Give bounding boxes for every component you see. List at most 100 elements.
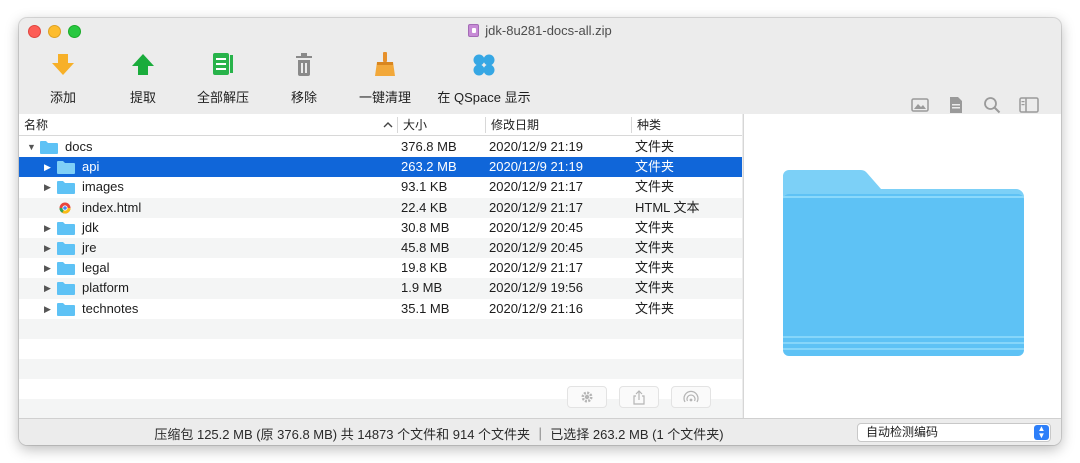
expand-triangle-icon[interactable]: ▶ — [44, 157, 51, 177]
extract-all-label: 全部解压 — [196, 90, 249, 105]
file-size: 19.8 KB — [401, 260, 448, 276]
file-kind: HTML 文本 — [635, 199, 700, 215]
list-action-buttons — [567, 386, 711, 408]
expand-triangle-icon[interactable]: ▶ — [44, 238, 51, 258]
folder-icon — [57, 241, 75, 255]
gear-icon — [581, 391, 593, 403]
file-kind: 文件夹 — [635, 219, 675, 235]
file-size: 93.1 KB — [401, 179, 448, 195]
expand-triangle-icon[interactable]: ▶ — [44, 299, 51, 319]
status-bar: 压缩包 125.2 MB (原 376.8 MB) 共 14873 个文件和 9… — [19, 418, 1061, 445]
file-date: 2020/12/9 21:19 — [489, 139, 583, 154]
column-modified[interactable]: 修改日期 — [486, 114, 632, 136]
file-name: api — [82, 159, 100, 175]
file-kind: 文件夹 — [635, 260, 675, 276]
remove-button[interactable]: 移除 — [264, 46, 344, 106]
chrome-html-icon — [59, 202, 71, 214]
column-size[interactable]: 大小 — [398, 114, 486, 136]
file-kind: 文件夹 — [635, 239, 675, 255]
folder-preview-icon — [783, 170, 1024, 356]
file-date: 2020/12/9 20:45 — [489, 219, 583, 235]
file-name: technotes — [82, 300, 139, 316]
file-date: 2020/12/9 21:16 — [489, 300, 583, 316]
expand-triangle-icon[interactable]: ▶ — [44, 177, 51, 197]
encoding-value: 自动检测编码 — [866, 425, 939, 439]
file-kind: 文件夹 — [635, 139, 675, 154]
broom-icon — [375, 52, 395, 76]
airdrop-button[interactable] — [671, 386, 711, 408]
archive-window: jdk-8u281-docs-all.zip 添加 提取 全部解压 移除 一键清… — [19, 18, 1061, 445]
folder-icon — [57, 282, 75, 296]
trash-icon — [296, 53, 312, 76]
window-title: jdk-8u281-docs-all.zip — [19, 23, 1061, 38]
clean-button[interactable]: 一键清理 — [345, 46, 425, 106]
collapse-triangle-icon[interactable]: ▼ — [27, 137, 36, 157]
clean-label: 一键清理 — [358, 90, 411, 105]
folder-icon — [57, 161, 75, 175]
empty-row — [19, 318, 742, 339]
share-icon — [633, 389, 645, 405]
file-size: 263.2 MB — [401, 159, 457, 175]
table-row[interactable]: ▶ jre 45.8 MB 2020/12/9 20:45 文件夹 — [19, 237, 742, 259]
file-date: 2020/12/9 21:17 — [489, 179, 583, 195]
extract-arrow-icon — [132, 54, 154, 75]
expand-triangle-icon[interactable]: ▶ — [44, 218, 51, 238]
empty-row — [19, 359, 742, 380]
add-label: 添加 — [49, 90, 76, 105]
document-preview-icon[interactable] — [947, 96, 965, 114]
share-button[interactable] — [619, 386, 659, 408]
view-tools — [911, 96, 1039, 114]
image-preview-icon[interactable] — [911, 96, 929, 114]
column-kind[interactable]: 种类 — [632, 114, 742, 136]
table-row-selected[interactable]: ▶ api 263.2 MB 2020/12/9 21:19 文件夹 — [19, 157, 742, 178]
encoding-select[interactable]: 自动检测编码 ▲ ▼ — [857, 423, 1051, 442]
qspace-icon — [473, 54, 495, 76]
file-date: 2020/12/9 21:19 — [489, 159, 583, 175]
file-name: platform — [82, 280, 129, 296]
window-title-text: jdk-8u281-docs-all.zip — [485, 23, 612, 38]
file-date: 2020/12/9 20:45 — [489, 239, 583, 255]
toolbar: 添加 提取 全部解压 移除 一键清理 在 QSpace 显示 — [19, 46, 1061, 114]
title-bar: jdk-8u281-docs-all.zip — [19, 18, 1061, 46]
file-kind: 文件夹 — [635, 159, 675, 175]
file-date: 2020/12/9 19:56 — [489, 280, 583, 296]
preview-pane — [743, 114, 1061, 418]
archive-summary: 压缩包 125.2 MB (原 376.8 MB) 共 14873 个文件和 9… — [154, 427, 724, 442]
search-icon[interactable] — [983, 96, 1001, 114]
settings-button[interactable] — [567, 386, 607, 408]
add-arrow-icon — [52, 54, 74, 75]
file-kind: 文件夹 — [635, 179, 675, 195]
file-size: 35.1 MB — [401, 300, 450, 316]
table-row[interactable]: ▶ platform 1.9 MB 2020/12/9 19:56 文件夹 — [19, 278, 742, 299]
table-row[interactable]: ▶ images 93.1 KB 2020/12/9 21:17 文件夹 — [19, 177, 742, 197]
column-name[interactable]: 名称 — [19, 114, 397, 136]
file-date: 2020/12/9 21:17 — [489, 260, 583, 276]
file-name: jre — [82, 239, 97, 255]
remove-label: 移除 — [290, 90, 317, 105]
expand-triangle-icon[interactable]: ▶ — [44, 278, 51, 298]
table-row[interactable]: ▼ docs 376.8 MB 2020/12/9 21:19 文件夹 — [19, 137, 742, 157]
file-size: 376.8 MB — [401, 139, 457, 154]
add-button[interactable]: 添加 — [23, 46, 103, 106]
file-list: 名称 大小 修改日期 种类 ▼ docs 376.8 MB 2020/12/9 … — [19, 114, 742, 420]
column-header: 名称 大小 修改日期 种类 — [19, 114, 742, 136]
folder-icon — [57, 181, 75, 195]
extract-button[interactable]: 提取 — [103, 46, 183, 106]
file-name: index.html — [82, 199, 142, 215]
table-row[interactable]: ▶ technotes 35.1 MB 2020/12/9 21:16 文件夹 — [19, 299, 742, 319]
table-row[interactable]: ▶ legal 19.8 KB 2020/12/9 21:17 文件夹 — [19, 258, 742, 278]
folder-icon — [57, 262, 75, 276]
extract-all-button[interactable]: 全部解压 — [183, 46, 263, 106]
expand-triangle-icon[interactable]: ▶ — [44, 258, 51, 278]
sidebar-toggle-icon[interactable] — [1019, 96, 1039, 114]
table-row[interactable]: index.html 22.4 KB 2020/12/9 21:17 HTML … — [19, 197, 742, 218]
table-row[interactable]: ▶ jdk 30.8 MB 2020/12/9 20:45 文件夹 — [19, 218, 742, 238]
show-in-qspace-label: 在 QSpace 显示 — [437, 90, 531, 105]
show-in-qspace-button[interactable]: 在 QSpace 显示 — [429, 46, 539, 106]
file-name: docs — [65, 139, 93, 154]
folder-icon — [40, 141, 58, 154]
folder-icon — [57, 302, 75, 316]
file-size: 45.8 MB — [401, 239, 450, 255]
zip-file-icon — [468, 24, 480, 37]
file-kind: 文件夹 — [635, 300, 675, 316]
